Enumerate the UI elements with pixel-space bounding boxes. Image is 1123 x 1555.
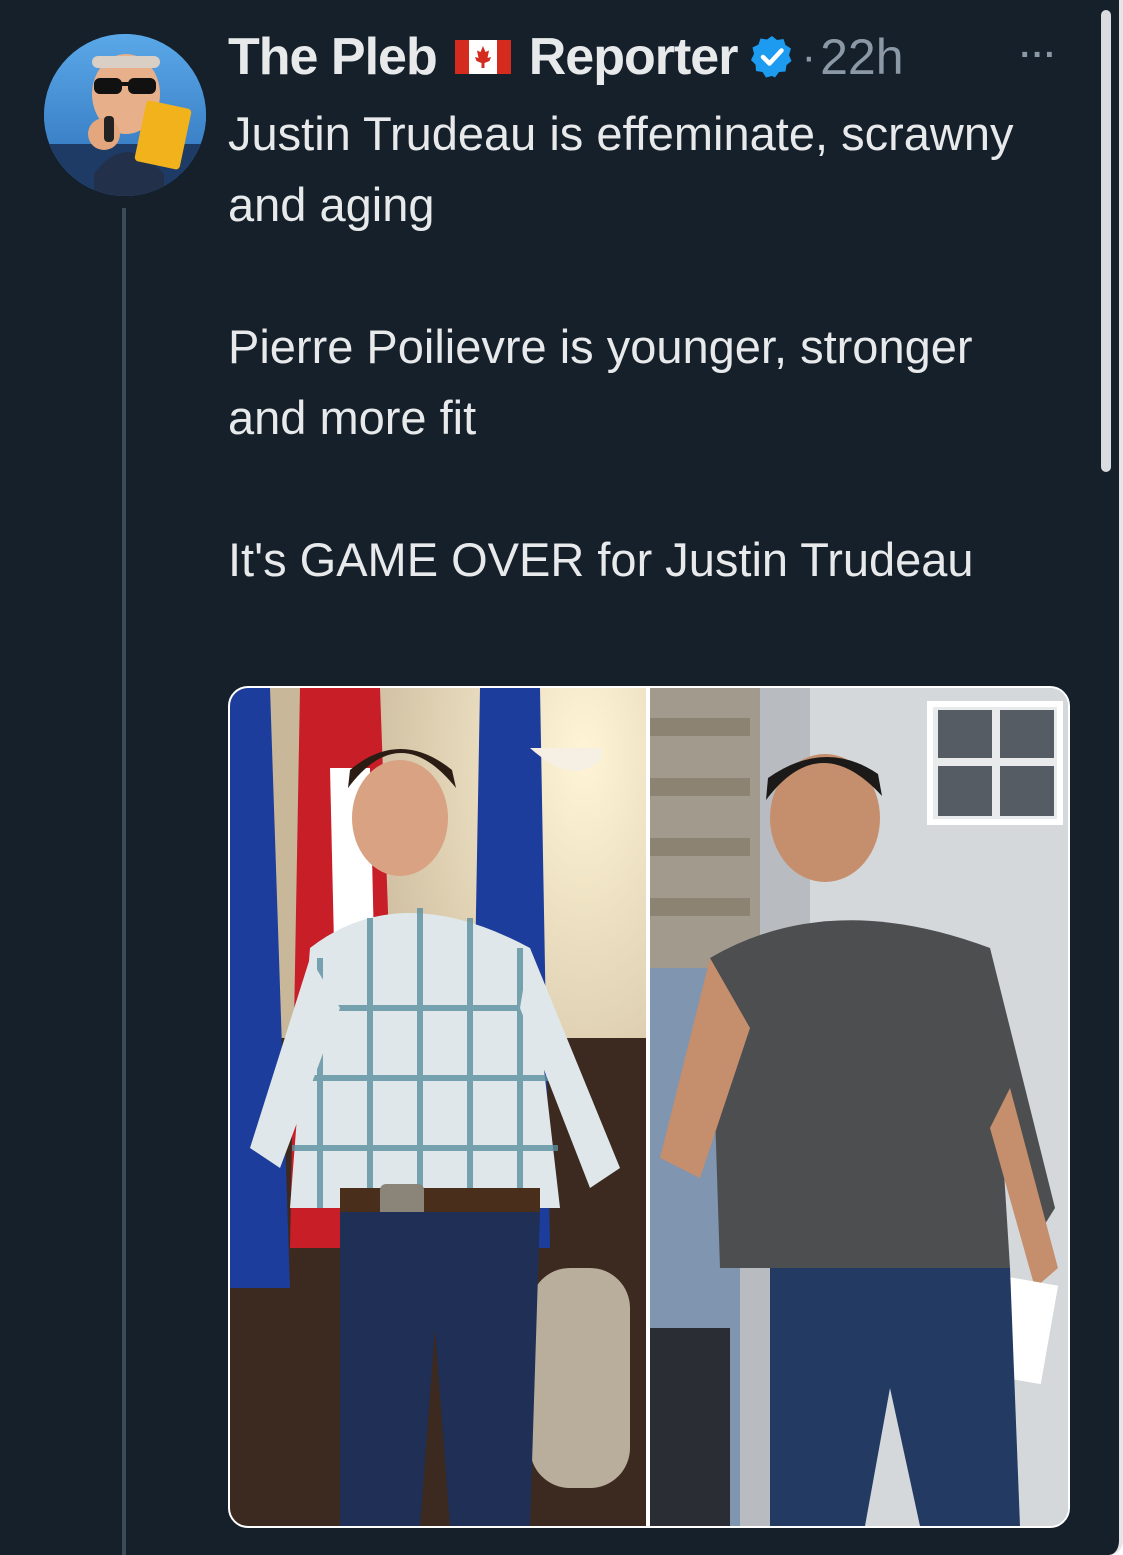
media-photo-left[interactable] [230, 688, 646, 1526]
tweet-paragraph: Pierre Poilievre is younger, stronger an… [228, 320, 973, 444]
avatar-photo [44, 34, 206, 196]
verified-badge-icon [749, 34, 795, 80]
tweet-timestamp[interactable]: 22h [820, 28, 903, 86]
thread-connector-line [122, 208, 126, 1555]
tweet-text: Justin Trudeau is effeminate, scrawny an… [228, 98, 1048, 595]
media-photo-right[interactable] [650, 688, 1068, 1526]
tweet-paragraph: Justin Trudeau is effeminate, scrawny an… [228, 107, 1014, 231]
tweet-media[interactable] [228, 686, 1070, 1528]
scrollbar-thumb[interactable] [1101, 10, 1111, 472]
display-name-part2[interactable]: Reporter [529, 27, 739, 87]
canada-flag-icon [454, 40, 511, 74]
display-name-part1[interactable]: The Pleb [228, 27, 438, 87]
tweet-paragraph: It's GAME OVER for Justin Trudeau [228, 533, 974, 586]
header-separator: · [801, 32, 817, 81]
tweet-card: The Pleb Reporter · 22h ··· Justin Trude… [0, 0, 1123, 1555]
more-options-icon[interactable]: ··· [1020, 38, 1057, 72]
author-avatar[interactable] [44, 34, 206, 196]
tweet-header: The Pleb Reporter · 22h [228, 26, 904, 88]
